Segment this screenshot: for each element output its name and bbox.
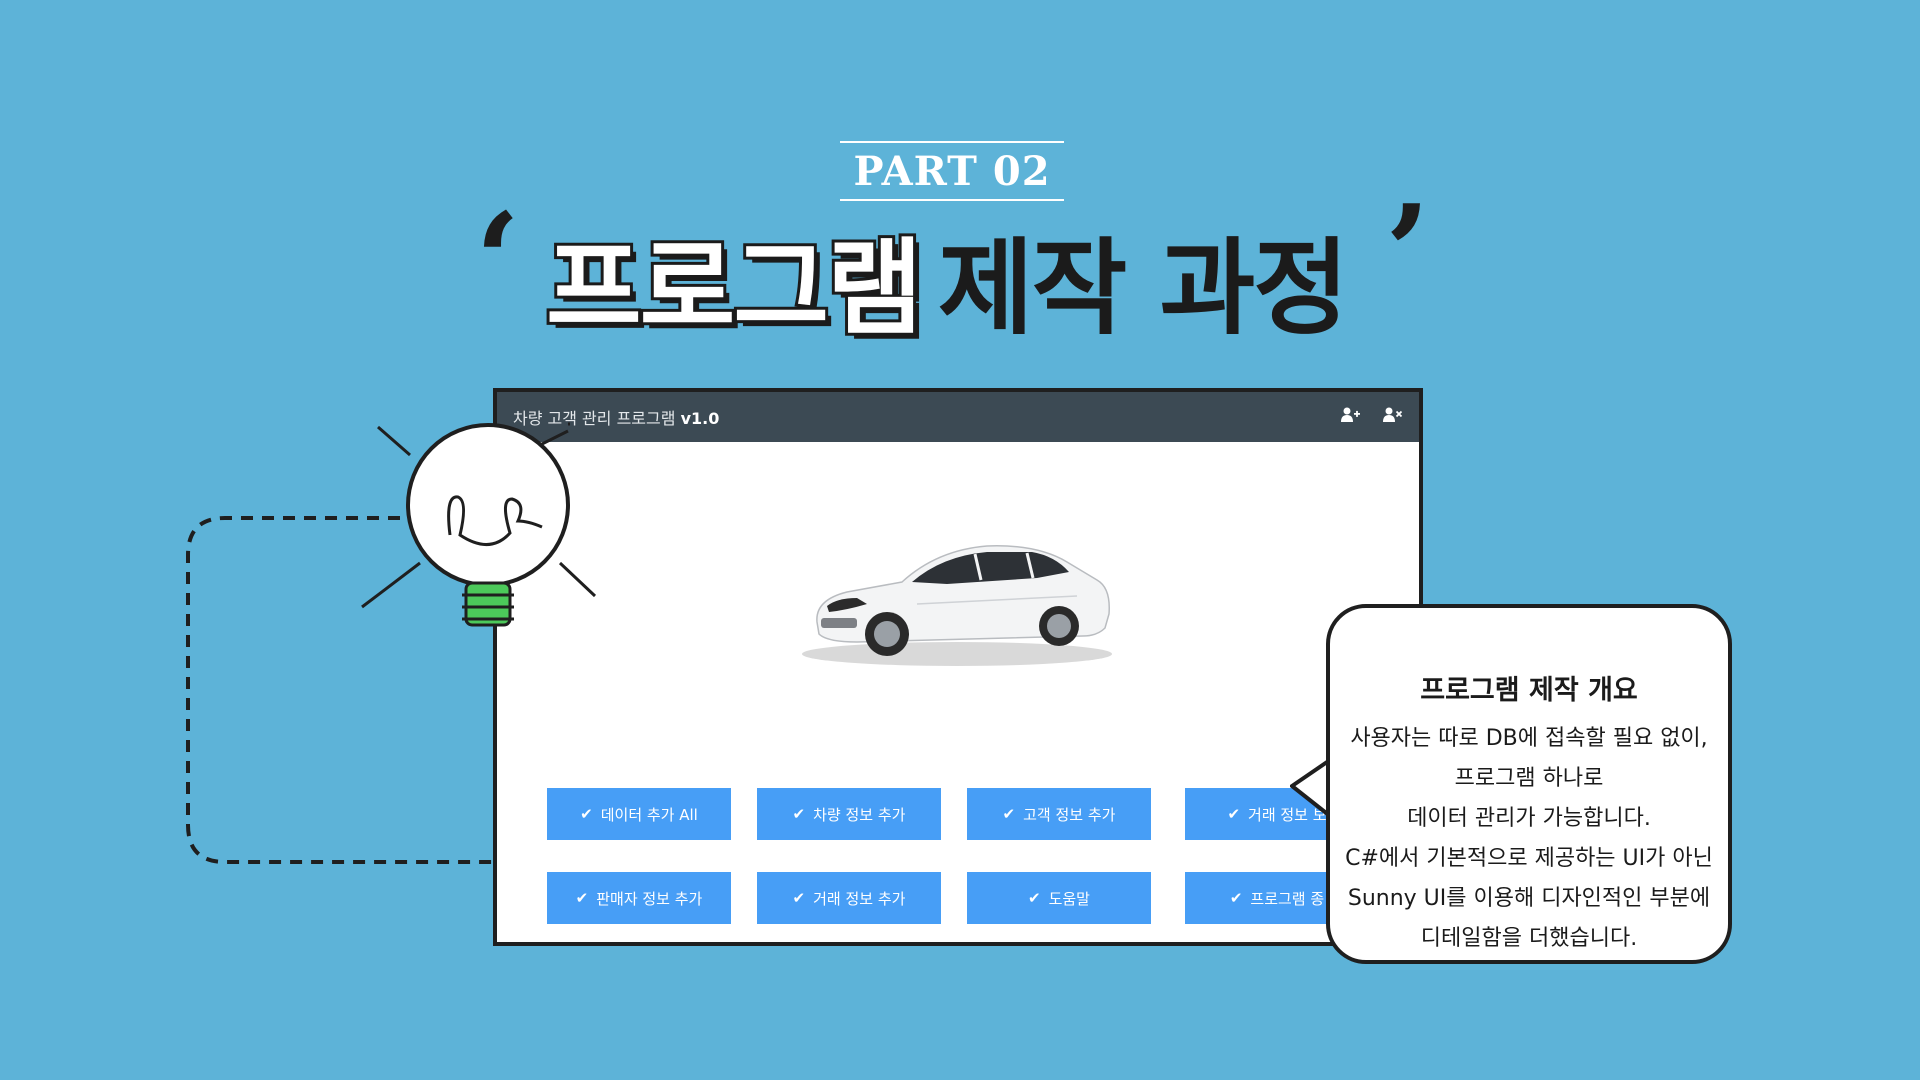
- add-transaction-info-button[interactable]: ✔ 거래 정보 추가: [757, 872, 941, 924]
- quote-close: ’: [1385, 176, 1431, 329]
- title-highlight: 프로그램: [543, 225, 926, 351]
- button-label: 고객 정보 추가: [1023, 805, 1116, 824]
- bubble-heading: 프로그램 제작 개요: [1420, 675, 1638, 706]
- speech-bubble: 프로그램 제작 개요 사용자는 따로 DB에 접속할 필요 없이, 프로그램 하…: [1326, 604, 1732, 964]
- bubble-line: 사용자는 따로 DB에 접속할 필요 없이,: [1350, 726, 1708, 751]
- app-title: 차량 고객 관리 프로그램 v1.0: [513, 405, 1319, 429]
- quote-open: ‘: [475, 184, 521, 337]
- bubble-line: 데이터 관리가 가능합니다.: [1407, 806, 1651, 831]
- button-label: 거래 정보 추가: [813, 889, 906, 908]
- user-plus-icon[interactable]: [1341, 407, 1361, 427]
- car-image: [802, 545, 1112, 666]
- bubble-line: 프로그램 하나로: [1454, 766, 1604, 791]
- button-label: 도움말: [1048, 889, 1090, 908]
- bubble-line: 디테일함을 더했습니다.: [1420, 926, 1638, 951]
- add-seller-info-button[interactable]: ✔ 판매자 정보 추가: [547, 872, 731, 924]
- check-icon: ✔: [580, 805, 593, 823]
- user-times-icon[interactable]: [1383, 407, 1403, 427]
- app-title-version: v1.0: [680, 409, 720, 428]
- check-icon: ✔: [792, 805, 806, 823]
- button-label: 프로그램 종: [1250, 889, 1325, 908]
- add-all-data-button[interactable]: ✔ 데이터 추가 All: [547, 788, 731, 840]
- bubble-line: Sunny UI를 이용해 디자인적인 부분에: [1347, 886, 1711, 911]
- part-label: PART 02: [840, 141, 1064, 201]
- check-icon: ✔: [575, 889, 589, 907]
- check-icon: ✔: [792, 889, 806, 907]
- app-window: 차량 고객 관리 프로그램 v1.0 ✔ 데이터 추가 All ✔ 차량 정보 …: [493, 388, 1423, 946]
- check-icon: ✔: [1229, 889, 1243, 907]
- add-customer-info-button[interactable]: ✔ 고객 정보 추가: [967, 788, 1151, 840]
- check-icon: ✔: [1227, 805, 1241, 823]
- button-label: 데이터 추가 All: [600, 805, 698, 824]
- app-titlebar: 차량 고객 관리 프로그램 v1.0: [497, 392, 1419, 442]
- check-icon: ✔: [1002, 805, 1016, 823]
- add-vehicle-info-button[interactable]: ✔ 차량 정보 추가: [757, 788, 941, 840]
- lightbulb-icon: [361, 422, 597, 627]
- button-label: 차량 정보 추가: [813, 805, 906, 824]
- help-button[interactable]: ✔ 도움말: [967, 872, 1151, 924]
- check-icon: ✔: [1028, 889, 1041, 907]
- bubble-body: 사용자는 따로 DB에 접속할 필요 없이, 프로그램 하나로 데이터 관리가 …: [1330, 719, 1728, 959]
- bubble-line: C#에서 기본적으로 제공하는 UI가 아닌: [1345, 846, 1713, 871]
- button-label: 판매자 정보 추가: [596, 889, 703, 908]
- title-rest: 제작 과정: [938, 227, 1349, 349]
